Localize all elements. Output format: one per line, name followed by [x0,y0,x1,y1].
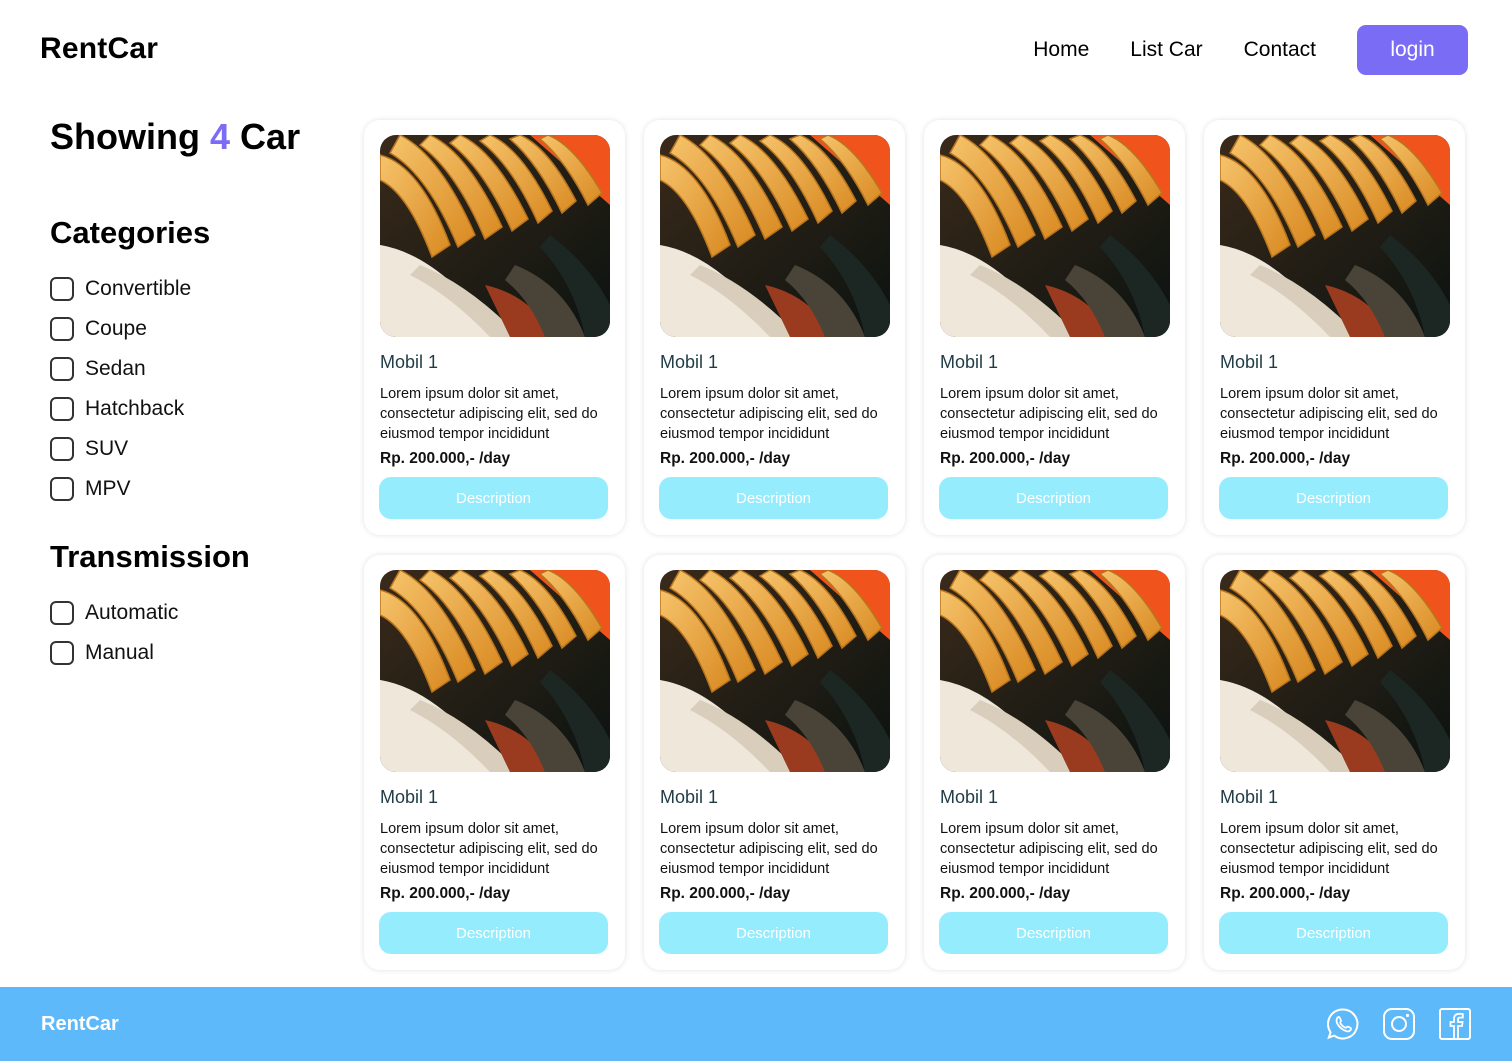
showing-prefix: Showing [50,116,200,157]
showing-suffix: Car [240,116,301,157]
checkbox[interactable] [50,601,74,625]
results-heading: Showing 4 Car [50,115,350,159]
transmission-title: Transmission [50,539,250,574]
description-button[interactable]: Description [379,912,608,954]
car-description: Lorem ipsum dolor sit amet, consectetur … [1220,821,1438,877]
filter-hatchback[interactable]: Hatchback [50,389,350,429]
car-card: Mobil 1 Lorem ipsum dolor sit amet, cons… [924,555,1185,970]
car-card: Mobil 1 Lorem ipsum dolor sit amet, cons… [364,555,625,970]
filter-manual[interactable]: Manual [50,633,350,673]
nav-contact[interactable]: Contact [1244,38,1316,62]
car-card: Mobil 1 Lorem ipsum dolor sit amet, cons… [924,120,1185,535]
car-image [660,135,890,337]
car-image [660,570,890,772]
car-price: Rp. 200.000,- /day [380,450,511,467]
car-image [940,570,1170,772]
main-nav: Home List Car Contact login [1033,25,1468,75]
description-button[interactable]: Description [939,477,1168,519]
car-title: Mobil 1 [1220,787,1279,807]
car-title: Mobil 1 [940,352,999,372]
login-button[interactable]: login [1357,25,1468,75]
car-title: Mobil 1 [660,352,719,372]
footer-brand: RentCar [41,1013,119,1035]
nav-home[interactable]: Home [1033,38,1089,62]
car-price: Rp. 200.000,- /day [940,450,1071,467]
categories-title: Categories [50,215,211,250]
car-description: Lorem ipsum dolor sit amet, consectetur … [940,821,1158,877]
filter-sidebar: Showing 4 Car Categories Convertible Cou… [50,115,350,673]
car-image [380,135,610,337]
car-image [940,135,1170,337]
categories-list: Convertible Coupe Sedan Hatchback SUV MP… [50,269,350,509]
filter-label: Convertible [85,277,192,300]
header: RentCar Home List Car Contact login [0,0,1512,100]
description-button[interactable]: Description [659,477,888,519]
description-button[interactable]: Description [1219,477,1448,519]
car-card: Mobil 1 Lorem ipsum dolor sit amet, cons… [644,555,905,970]
checkbox[interactable] [50,317,74,341]
filter-suv[interactable]: SUV [50,429,350,469]
results-count: 4 [210,116,231,157]
filter-label: MPV [85,477,131,500]
whatsapp-icon[interactable] [1326,1007,1360,1041]
car-price: Rp. 200.000,- /day [1220,885,1351,902]
filter-coupe[interactable]: Coupe [50,309,350,349]
car-card: Mobil 1 Lorem ipsum dolor sit amet, cons… [364,120,625,535]
description-button[interactable]: Description [939,912,1168,954]
car-description: Lorem ipsum dolor sit amet, consectetur … [1220,386,1438,442]
filter-convertible[interactable]: Convertible [50,269,350,309]
car-title: Mobil 1 [660,787,719,807]
filter-label: Manual [85,641,154,664]
car-description: Lorem ipsum dolor sit amet, consectetur … [660,821,878,877]
car-price: Rp. 200.000,- /day [380,885,511,902]
nav-list-car[interactable]: List Car [1130,38,1202,62]
car-description: Lorem ipsum dolor sit amet, consectetur … [380,821,598,877]
transmission-list: Automatic Manual [50,593,350,673]
description-button[interactable]: Description [659,912,888,954]
facebook-icon[interactable] [1438,1007,1472,1041]
filter-mpv[interactable]: MPV [50,469,350,509]
filter-label: Sedan [85,357,146,380]
instagram-icon[interactable] [1382,1007,1416,1041]
car-description: Lorem ipsum dolor sit amet, consectetur … [940,386,1158,442]
checkbox[interactable] [50,641,74,665]
car-card: Mobil 1 Lorem ipsum dolor sit amet, cons… [644,120,905,535]
car-description: Lorem ipsum dolor sit amet, consectetur … [380,386,598,442]
checkbox[interactable] [50,397,74,421]
checkbox[interactable] [50,477,74,501]
car-card: Mobil 1 Lorem ipsum dolor sit amet, cons… [1204,120,1465,535]
car-image [1220,135,1450,337]
filter-label: SUV [85,437,129,460]
car-grid: Mobil 1 Lorem ipsum dolor sit amet, cons… [364,120,1465,970]
description-button[interactable]: Description [379,477,608,519]
checkbox[interactable] [50,357,74,381]
filter-sedan[interactable]: Sedan [50,349,350,389]
filter-label: Automatic [85,601,179,624]
description-button[interactable]: Description [1219,912,1448,954]
checkbox[interactable] [50,437,74,461]
car-price: Rp. 200.000,- /day [1220,450,1351,467]
car-description: Lorem ipsum dolor sit amet, consectetur … [660,386,878,442]
filter-label: Coupe [85,317,147,340]
car-price: Rp. 200.000,- /day [660,885,791,902]
brand-logo[interactable]: RentCar [40,32,158,66]
checkbox[interactable] [50,277,74,301]
car-title: Mobil 1 [380,787,439,807]
footer: RentCar [0,987,1512,1061]
car-card: Mobil 1 Lorem ipsum dolor sit amet, cons… [1204,555,1465,970]
car-image [380,570,610,772]
car-title: Mobil 1 [380,352,439,372]
filter-label: Hatchback [85,397,185,420]
car-price: Rp. 200.000,- /day [940,885,1071,902]
car-title: Mobil 1 [1220,352,1279,372]
car-image [1220,570,1450,772]
car-title: Mobil 1 [940,787,999,807]
filter-automatic[interactable]: Automatic [50,593,350,633]
car-price: Rp. 200.000,- /day [660,450,791,467]
